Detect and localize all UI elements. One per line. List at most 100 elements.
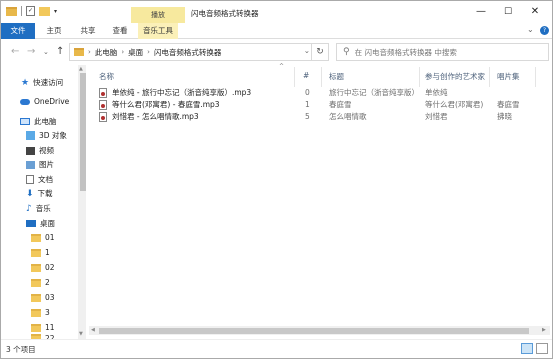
track-album: 春庭雪 <box>497 100 520 109</box>
nav-label: 图片 <box>39 160 54 169</box>
breadcrumb-current-folder[interactable]: 闪电音频格式转换器 <box>154 47 222 58</box>
column-header-artist[interactable]: 参与创作的艺术家 <box>425 71 485 82</box>
tab-view[interactable]: 查看 <box>107 23 133 39</box>
nav-item-onedrive[interactable]: OneDrive <box>20 97 69 106</box>
nav-item-this-pc[interactable]: 此电脑 <box>20 116 57 127</box>
navigation-pane: ★ 快速访问 OneDrive 此电脑 3D 对象 视频 图片 文档 ⬇ 下载 ♪ 音… <box>1 65 87 339</box>
address-dropdown-icon[interactable]: ⌄ <box>304 46 310 55</box>
scroll-down-icon[interactable]: ▼ <box>79 331 83 337</box>
nav-item-desktop[interactable]: 桌面 <box>26 218 55 229</box>
nav-label: 2 <box>45 278 50 287</box>
breadcrumb-this-pc[interactable]: 此电脑 <box>95 47 118 58</box>
computer-icon <box>20 118 30 125</box>
up-button[interactable]: ↑ <box>56 45 64 59</box>
nav-item-videos[interactable]: 视频 <box>26 145 54 156</box>
details-view-icon[interactable] <box>521 343 533 354</box>
new-folder-icon[interactable] <box>39 6 50 16</box>
nav-item-pictures[interactable]: 图片 <box>26 159 54 170</box>
tab-file[interactable]: 文件 <box>1 23 35 39</box>
audio-file-icon <box>99 112 107 122</box>
track-album: 拂晓 <box>497 112 512 121</box>
help-icon[interactable]: ? <box>540 26 549 35</box>
search-input[interactable]: ⚲ 在 闪电音频格式转换器 中搜索 <box>336 43 549 61</box>
column-divider[interactable] <box>535 67 536 87</box>
table-row[interactable]: 单依纯 - 旅行中忘记（浙音纯享版）.mp3 0 旅行中忘记（浙音纯享版） 单依… <box>99 87 549 99</box>
nav-label: OneDrive <box>34 97 70 106</box>
tab-share[interactable]: 共享 <box>75 23 101 39</box>
audio-file-icon <box>99 100 107 110</box>
document-icon <box>26 175 34 184</box>
column-divider[interactable] <box>489 67 490 87</box>
properties-icon[interactable]: ✓ <box>26 6 35 16</box>
column-divider[interactable] <box>321 67 322 87</box>
status-bar: 3 个项目 <box>1 339 552 358</box>
breadcrumb-separator: › <box>147 48 150 56</box>
ribbon-tabs: 文件 主页 共享 查看 音乐工具 ⌄ ? <box>1 23 552 39</box>
folder-icon <box>31 293 41 302</box>
nav-label: 快速访问 <box>33 78 64 87</box>
back-button[interactable]: ← <box>11 45 19 59</box>
breadcrumb-desktop[interactable]: 桌面 <box>128 47 143 58</box>
nav-item-downloads[interactable]: ⬇ 下载 <box>26 188 53 199</box>
scroll-up-icon[interactable]: ▲ <box>79 66 83 72</box>
horizontal-scrollbar-thumb[interactable] <box>99 328 529 334</box>
recent-locations-button[interactable]: ⌄ <box>43 45 49 59</box>
nav-scrollbar-thumb[interactable] <box>80 73 86 191</box>
nav-label: 11 <box>45 323 55 332</box>
maximize-button[interactable]: ☐ <box>495 3 521 21</box>
nav-label: 3D 对象 <box>39 131 67 140</box>
nav-item-quick-access[interactable]: ★ 快速访问 <box>21 77 63 88</box>
nav-item-folder[interactable]: 01 <box>31 233 55 242</box>
track-number: 1 <box>305 100 310 109</box>
column-divider[interactable] <box>294 67 295 87</box>
close-button[interactable]: ✕ <box>522 3 548 21</box>
forward-button[interactable]: → <box>27 45 35 59</box>
track-title: 旅行中忘记（浙音纯享版） <box>329 88 419 97</box>
tab-music-tools[interactable]: 音乐工具 <box>138 23 178 39</box>
nav-item-folder[interactable]: 1 <box>31 248 50 257</box>
nav-label: 02 <box>45 263 55 272</box>
tab-home[interactable]: 主页 <box>41 23 67 39</box>
file-name: 单依纯 - 旅行中忘记（浙音纯享版）.mp3 <box>112 88 252 97</box>
nav-label: 01 <box>45 233 55 242</box>
address-bar[interactable]: › 此电脑 › 桌面 › 闪电音频格式转换器 ⌄ ↻ <box>69 43 329 61</box>
nav-label: 此电脑 <box>34 117 57 126</box>
column-header-number[interactable]: # <box>303 71 309 80</box>
chevron-down-icon[interactable]: ⌄ <box>527 25 534 34</box>
column-header-title[interactable]: 标题 <box>329 71 344 82</box>
scroll-left-icon[interactable]: ◀ <box>91 327 95 333</box>
quick-access-toolbar: ✓ ▾ <box>6 6 57 16</box>
folder-icon <box>31 233 41 242</box>
nav-label: 视频 <box>39 146 54 155</box>
refresh-button[interactable]: ↻ <box>311 43 329 61</box>
table-row[interactable]: 刘惜君 - 怎么唱情歌.mp3 5 怎么唱情歌 刘惜君 拂晓 <box>99 111 549 123</box>
column-divider[interactable] <box>419 67 420 87</box>
minimize-button[interactable]: — <box>468 3 494 21</box>
folder-icon <box>6 6 17 16</box>
nav-item-folder[interactable]: 02 <box>31 263 55 272</box>
nav-item-folder[interactable]: 03 <box>31 293 55 302</box>
table-row[interactable]: 等什么君(邓寓君) - 春庭雪.mp3 1 春庭雪 等什么君(邓寓君) 春庭雪 <box>99 99 549 111</box>
track-number: 5 <box>305 112 310 121</box>
column-header-name[interactable]: 名称 <box>99 71 114 82</box>
nav-item-music[interactable]: ♪ 音乐 <box>26 203 51 214</box>
toolbar-divider <box>21 6 22 16</box>
nav-item-documents[interactable]: 文档 <box>26 174 53 185</box>
nav-item-folder[interactable]: 11 <box>31 323 55 332</box>
scroll-right-icon[interactable]: ▶ <box>542 327 546 333</box>
breadcrumb-separator: › <box>88 48 91 56</box>
context-tab-play[interactable]: 播放 <box>131 7 185 23</box>
window-title: 闪电音频格式转换器 <box>191 9 259 18</box>
search-placeholder: 在 闪电音频格式转换器 中搜索 <box>354 47 457 57</box>
nav-label: 文档 <box>38 175 53 184</box>
file-name: 等什么君(邓寓君) - 春庭雪.mp3 <box>112 100 220 109</box>
column-header-album[interactable]: 唱片集 <box>497 71 520 82</box>
nav-item-folder[interactable]: 2 <box>31 278 50 287</box>
nav-item-folder[interactable]: 3 <box>31 308 50 317</box>
nav-label: 1 <box>45 248 50 257</box>
customize-toolbar-icon[interactable]: ▾ <box>54 8 57 15</box>
large-icons-view-icon[interactable] <box>536 343 548 354</box>
breadcrumb-separator: › <box>121 48 125 56</box>
folder-icon <box>31 323 41 332</box>
nav-item-3d-objects[interactable]: 3D 对象 <box>26 130 67 141</box>
